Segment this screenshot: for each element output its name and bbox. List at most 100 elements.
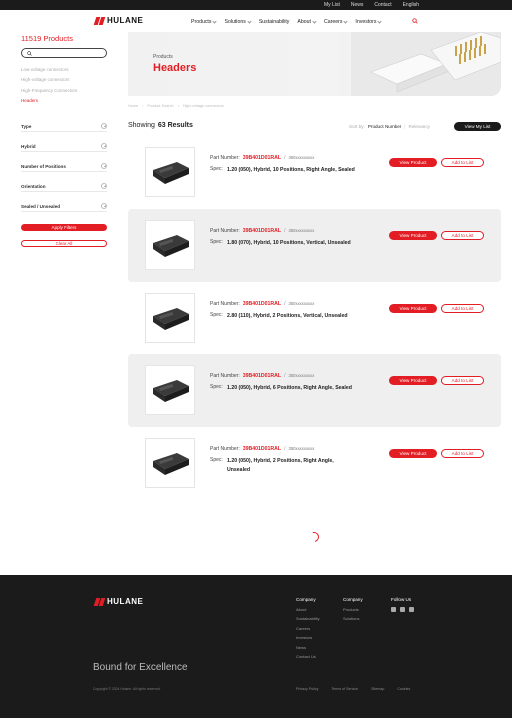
youtube-icon[interactable] [409,607,414,612]
category-list: Low-voltage connectors High-voltage conn… [21,65,107,106]
product-thumbnail[interactable] [145,147,195,197]
site-header: HULANE Products Solutions Sustainability… [0,10,512,32]
view-product-button[interactable]: View Product [389,376,437,385]
part-number-value[interactable]: 39B401D01RAL [243,301,281,307]
nav-products[interactable]: Products [191,18,218,25]
view-product-button[interactable]: View Product [389,158,437,167]
filter-orientation[interactable]: Orientation [21,182,107,192]
nav-label: Products [191,19,212,25]
part-number-value[interactable]: 39B401D01RAL [243,373,281,379]
part-number-value[interactable]: 39B401D01RAL [243,155,281,161]
breadcrumb-product-search[interactable]: Product Search [147,104,173,108]
banner-title: Headers [153,62,197,74]
alt-part-number: 350xxxxxxxxx [288,301,315,306]
connector-image [153,308,189,330]
hulane-logo[interactable]: HULANE [94,16,143,25]
filter-sealed-unsealed[interactable]: Sealed / Unsealed [21,202,107,212]
nav-careers[interactable]: Careers [323,18,349,25]
view-product-button[interactable]: View Product [389,231,437,240]
category-headers[interactable]: Headers [21,96,107,106]
nav-investors[interactable]: Investors [355,18,383,25]
sitemap-link[interactable]: Sitemap [371,687,384,691]
view-product-button[interactable]: View Product [389,304,437,313]
view-product-button[interactable]: View Product [389,449,437,458]
filter-label: Sealed / Unsealed [21,204,61,209]
breadcrumb-home[interactable]: Home [128,104,138,108]
plus-circle-icon [101,123,107,129]
divider: / [284,446,286,452]
main-nav: Products Solutions Sustainability About … [191,18,383,25]
showing-label: Showing [128,122,155,129]
category-high-voltage[interactable]: High-voltage connectors [21,75,107,85]
nav-label: Careers [323,19,343,25]
footer-link-products[interactable]: Products [343,607,363,616]
category-high-frequency[interactable]: High-Frequency Connectors [21,86,107,96]
chevron-down-icon [247,18,252,24]
chevron-down-icon [212,18,218,24]
sort-label: Sort by: [349,124,365,129]
logo-text: HULANE [107,16,144,25]
footer-link-sustainability[interactable]: Sustainability [296,616,320,625]
legal-links: Privacy Policy Terms of Service Sitemap … [296,687,410,691]
nav-label: About [297,19,311,25]
add-to-list-button[interactable]: Add to List [441,158,484,167]
contact-link[interactable]: Contact [374,2,391,8]
connector-image [153,380,189,402]
product-row: Part Number: 39B401D01RAL/350xxxxxxxxx Sp… [128,209,501,282]
search-icon[interactable] [412,18,418,24]
spec-label: Spec: [210,239,223,245]
product-thumbnail[interactable] [145,438,195,488]
footer-logo[interactable]: HULANE [94,597,143,606]
social-links [391,607,414,612]
footer-link-investors[interactable]: Investors [296,635,320,644]
utility-links: My List News Contact English [324,2,419,8]
filter-type[interactable]: Type [21,122,107,132]
nav-solutions[interactable]: Solutions [224,18,252,25]
nav-sustainability[interactable]: Sustainability [259,19,290,25]
nav-about[interactable]: About [297,18,317,25]
breadcrumb: Home › Product Search › High-voltage con… [128,104,224,108]
add-to-list-button[interactable]: Add to List [441,376,484,385]
product-thumbnail[interactable] [145,293,195,343]
breadcrumb-current: High-voltage connectors [182,104,224,108]
sort-relevancy[interactable]: Relevancy [409,124,430,129]
cookies-link[interactable]: Cookies [397,687,410,691]
category-low-voltage[interactable]: Low-voltage connectors [21,65,107,75]
add-to-list-button[interactable]: Add to List [441,231,484,240]
my-list-link[interactable]: My List [324,2,340,8]
add-to-list-button[interactable]: Add to List [441,449,484,458]
loading-spinner-icon [307,530,321,544]
part-number: Part Number: 39B401D01RAL/350xxxxxxxxx [210,446,314,452]
filter-number-of-positions[interactable]: Number of Positions [21,162,107,172]
part-number: Part Number: 39B401D01RAL/350xxxxxxxxx [210,301,314,307]
divider: / [284,301,286,307]
footer-company-column: Company About Sustainability Careers Inv… [296,597,320,663]
product-thumbnail[interactable] [145,365,195,415]
clear-all-button[interactable]: Clear All [21,240,107,247]
wechat-icon[interactable] [400,607,405,612]
footer-link-contact[interactable]: Contact Us [296,654,320,663]
alt-part-number: 350xxxxxxxxx [288,373,315,378]
terms-link[interactable]: Terms of Service [331,687,358,691]
view-my-list-button[interactable]: View My List [454,122,501,131]
product-row: Part Number: 39B401D01RAL/350xxxxxxxxx Sp… [128,354,501,427]
privacy-policy-link[interactable]: Privacy Policy [296,687,318,691]
footer-logo-text: HULANE [107,597,144,606]
part-number-value[interactable]: 39B401D01RAL [243,446,281,452]
plus-circle-icon [101,143,107,149]
product-search-input[interactable] [21,48,107,58]
footer-link-news[interactable]: News [296,645,320,654]
filter-hybrid[interactable]: Hybrid [21,142,107,152]
news-link[interactable]: News [351,2,364,8]
footer-link-solutions[interactable]: Solutions [343,616,363,625]
footer-link-careers[interactable]: Careers [296,626,320,635]
results-count: Showing 63 Results [128,122,193,129]
footer-link-about[interactable]: About [296,607,320,616]
part-number-value[interactable]: 39B401D01RAL [243,228,281,234]
language-select[interactable]: English [403,2,419,8]
add-to-list-button[interactable]: Add to List [441,304,484,313]
apply-filters-button[interactable]: Apply Filters [21,224,107,231]
linkedin-icon[interactable] [391,607,396,612]
sort-product-number[interactable]: Product Number [368,124,401,129]
product-thumbnail[interactable] [145,220,195,270]
